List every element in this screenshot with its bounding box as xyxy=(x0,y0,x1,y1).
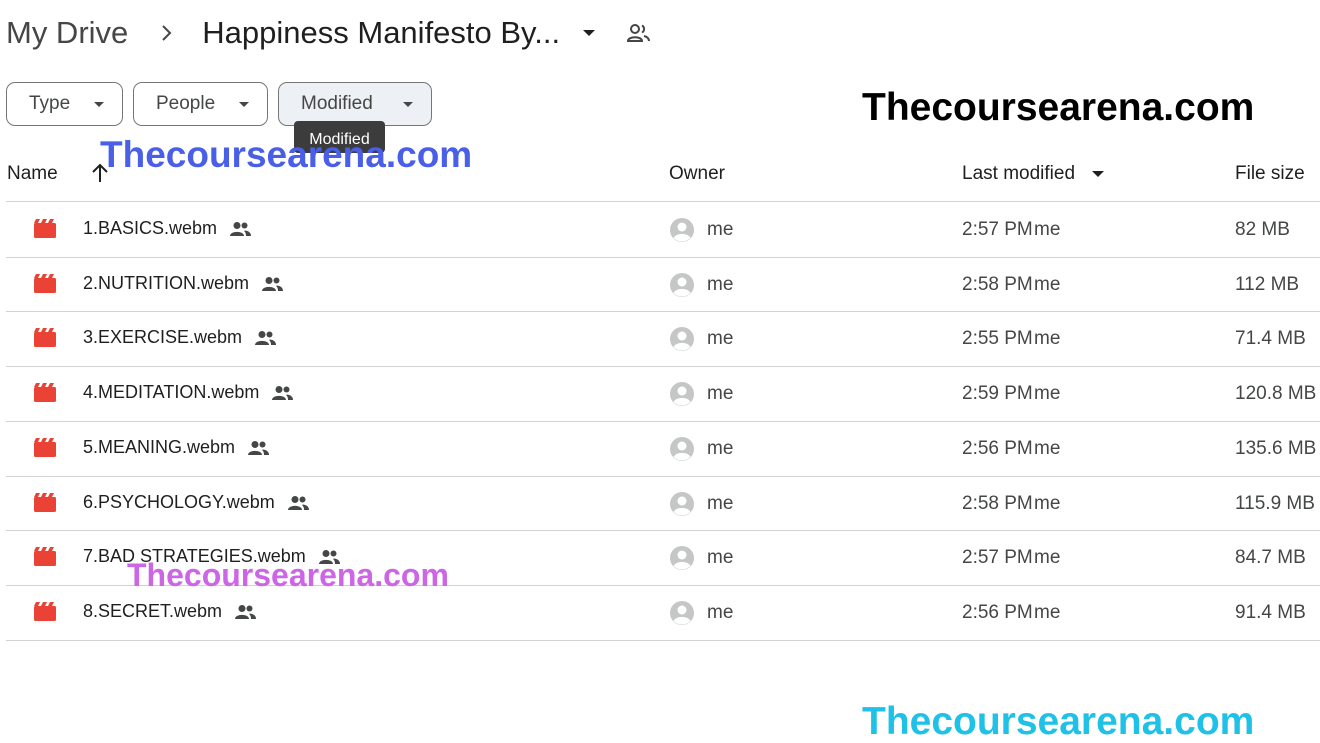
file-size: 84.7 MB xyxy=(1235,547,1306,568)
column-header-name[interactable]: Name xyxy=(7,163,58,185)
caret-down-icon xyxy=(239,102,249,107)
video-file-icon xyxy=(34,547,56,566)
column-header-last-modified[interactable]: Last modified xyxy=(962,163,1075,185)
video-file-icon xyxy=(34,328,56,347)
modified-by: me xyxy=(1034,328,1061,349)
video-file-icon xyxy=(34,274,56,293)
owner-name: me xyxy=(707,547,734,568)
watermark-text: Thecoursearena.com xyxy=(862,700,1255,743)
table-row[interactable]: 6.PSYCHOLOGY.webm me 2:58 PM me 115.9 MB xyxy=(6,476,1320,531)
owner-name: me xyxy=(707,383,734,404)
owner-name: me xyxy=(707,274,734,295)
file-size: 135.6 MB xyxy=(1235,438,1317,459)
video-file-icon xyxy=(34,602,56,621)
file-name[interactable]: 6.PSYCHOLOGY.webm xyxy=(83,492,275,513)
modified-by: me xyxy=(1034,219,1061,240)
file-name[interactable]: 2.NUTRITION.webm xyxy=(83,273,249,294)
modified-by: me xyxy=(1034,547,1061,568)
avatar-icon xyxy=(670,382,694,406)
modified-by: me xyxy=(1034,602,1061,623)
table-row[interactable]: 3.EXERCISE.webm me 2:55 PM me 71.4 MB xyxy=(6,311,1320,366)
avatar-icon xyxy=(670,601,694,625)
table-row[interactable]: 1.BASICS.webm me 2:57 PM me 82 MB xyxy=(6,202,1320,257)
watermark-text: Thecoursearena.com xyxy=(127,557,449,593)
file-size: 115.9 MB xyxy=(1235,493,1315,514)
filter-type-label: Type xyxy=(29,93,71,114)
breadcrumb-my-drive[interactable]: My Drive xyxy=(6,15,128,51)
owner-name: me xyxy=(707,493,734,514)
caret-down-icon xyxy=(94,102,104,107)
caret-down-icon xyxy=(403,102,413,107)
file-name[interactable]: 1.BASICS.webm xyxy=(83,218,217,239)
modified-by: me xyxy=(1034,493,1061,514)
table-row[interactable]: 5.MEANING.webm me 2:56 PM me 135.6 MB xyxy=(6,421,1320,476)
shared-icon xyxy=(230,221,252,236)
watermark-text: Thecoursearena.com xyxy=(862,86,1255,129)
row-divider xyxy=(6,640,1320,641)
filter-modified-label: Modified xyxy=(301,93,373,114)
avatar-icon xyxy=(670,218,694,242)
breadcrumb: My Drive Happiness Manifesto By... xyxy=(6,12,652,54)
modified-time: 2:55 PM xyxy=(962,328,1033,349)
file-name[interactable]: 8.SECRET.webm xyxy=(83,601,222,622)
file-name[interactable]: 4.MEDITATION.webm xyxy=(83,382,259,403)
modified-time: 2:57 PM xyxy=(962,219,1033,240)
file-size: 112 MB xyxy=(1235,274,1300,295)
owner-name: me xyxy=(707,602,734,623)
video-file-icon xyxy=(34,493,56,512)
video-file-icon xyxy=(34,383,56,402)
filter-type-chip[interactable]: Type xyxy=(6,82,123,126)
filter-people-label: People xyxy=(156,93,216,114)
modified-time: 2:58 PM xyxy=(962,493,1033,514)
modified-time: 2:59 PM xyxy=(962,383,1033,404)
owner-name: me xyxy=(707,438,734,459)
modified-time: 2:57 PM xyxy=(962,547,1033,568)
shared-icon xyxy=(248,440,270,455)
shared-icon xyxy=(287,495,309,510)
modified-by: me xyxy=(1034,383,1061,404)
shared-icon xyxy=(262,276,284,291)
modified-by: me xyxy=(1034,274,1061,295)
avatar-icon xyxy=(670,327,694,351)
shared-icon xyxy=(255,330,277,345)
modified-by: me xyxy=(1034,438,1061,459)
table-row[interactable]: 2.NUTRITION.webm me 2:58 PM me 112 MB xyxy=(6,257,1320,312)
avatar-icon xyxy=(670,492,694,516)
filter-people-chip[interactable]: People xyxy=(133,82,268,126)
table-row[interactable]: 4.MEDITATION.webm me 2:59 PM me 120.8 MB xyxy=(6,366,1320,421)
avatar-icon xyxy=(670,273,694,297)
avatar-icon xyxy=(670,437,694,461)
modified-time: 2:58 PM xyxy=(962,274,1033,295)
video-file-icon xyxy=(34,438,56,457)
file-size: 71.4 MB xyxy=(1235,328,1306,349)
shared-icon xyxy=(272,385,294,400)
file-size: 120.8 MB xyxy=(1235,383,1317,404)
shared-folder-icon[interactable] xyxy=(626,18,652,48)
modified-time: 2:56 PM xyxy=(962,602,1033,623)
file-name[interactable]: 5.MEANING.webm xyxy=(83,437,235,458)
shared-icon xyxy=(235,604,257,619)
caret-down-icon[interactable] xyxy=(582,18,596,48)
watermark-text: Thecoursearena.com xyxy=(100,134,473,175)
column-header-owner[interactable]: Owner xyxy=(669,163,725,185)
file-name[interactable]: 3.EXERCISE.webm xyxy=(83,327,242,348)
column-header-file-size[interactable]: File size xyxy=(1235,163,1305,185)
chevron-right-icon xyxy=(160,18,174,48)
modified-time: 2:56 PM xyxy=(962,438,1033,459)
owner-name: me xyxy=(707,328,734,349)
video-file-icon xyxy=(34,219,56,238)
file-size: 91.4 MB xyxy=(1235,602,1306,623)
breadcrumb-current-folder[interactable]: Happiness Manifesto By... xyxy=(202,15,560,51)
filter-modified-chip[interactable]: Modified xyxy=(278,82,432,126)
avatar-icon xyxy=(670,546,694,570)
file-size: 82 MB xyxy=(1235,219,1290,240)
caret-down-icon[interactable] xyxy=(1091,170,1105,178)
owner-name: me xyxy=(707,219,734,240)
